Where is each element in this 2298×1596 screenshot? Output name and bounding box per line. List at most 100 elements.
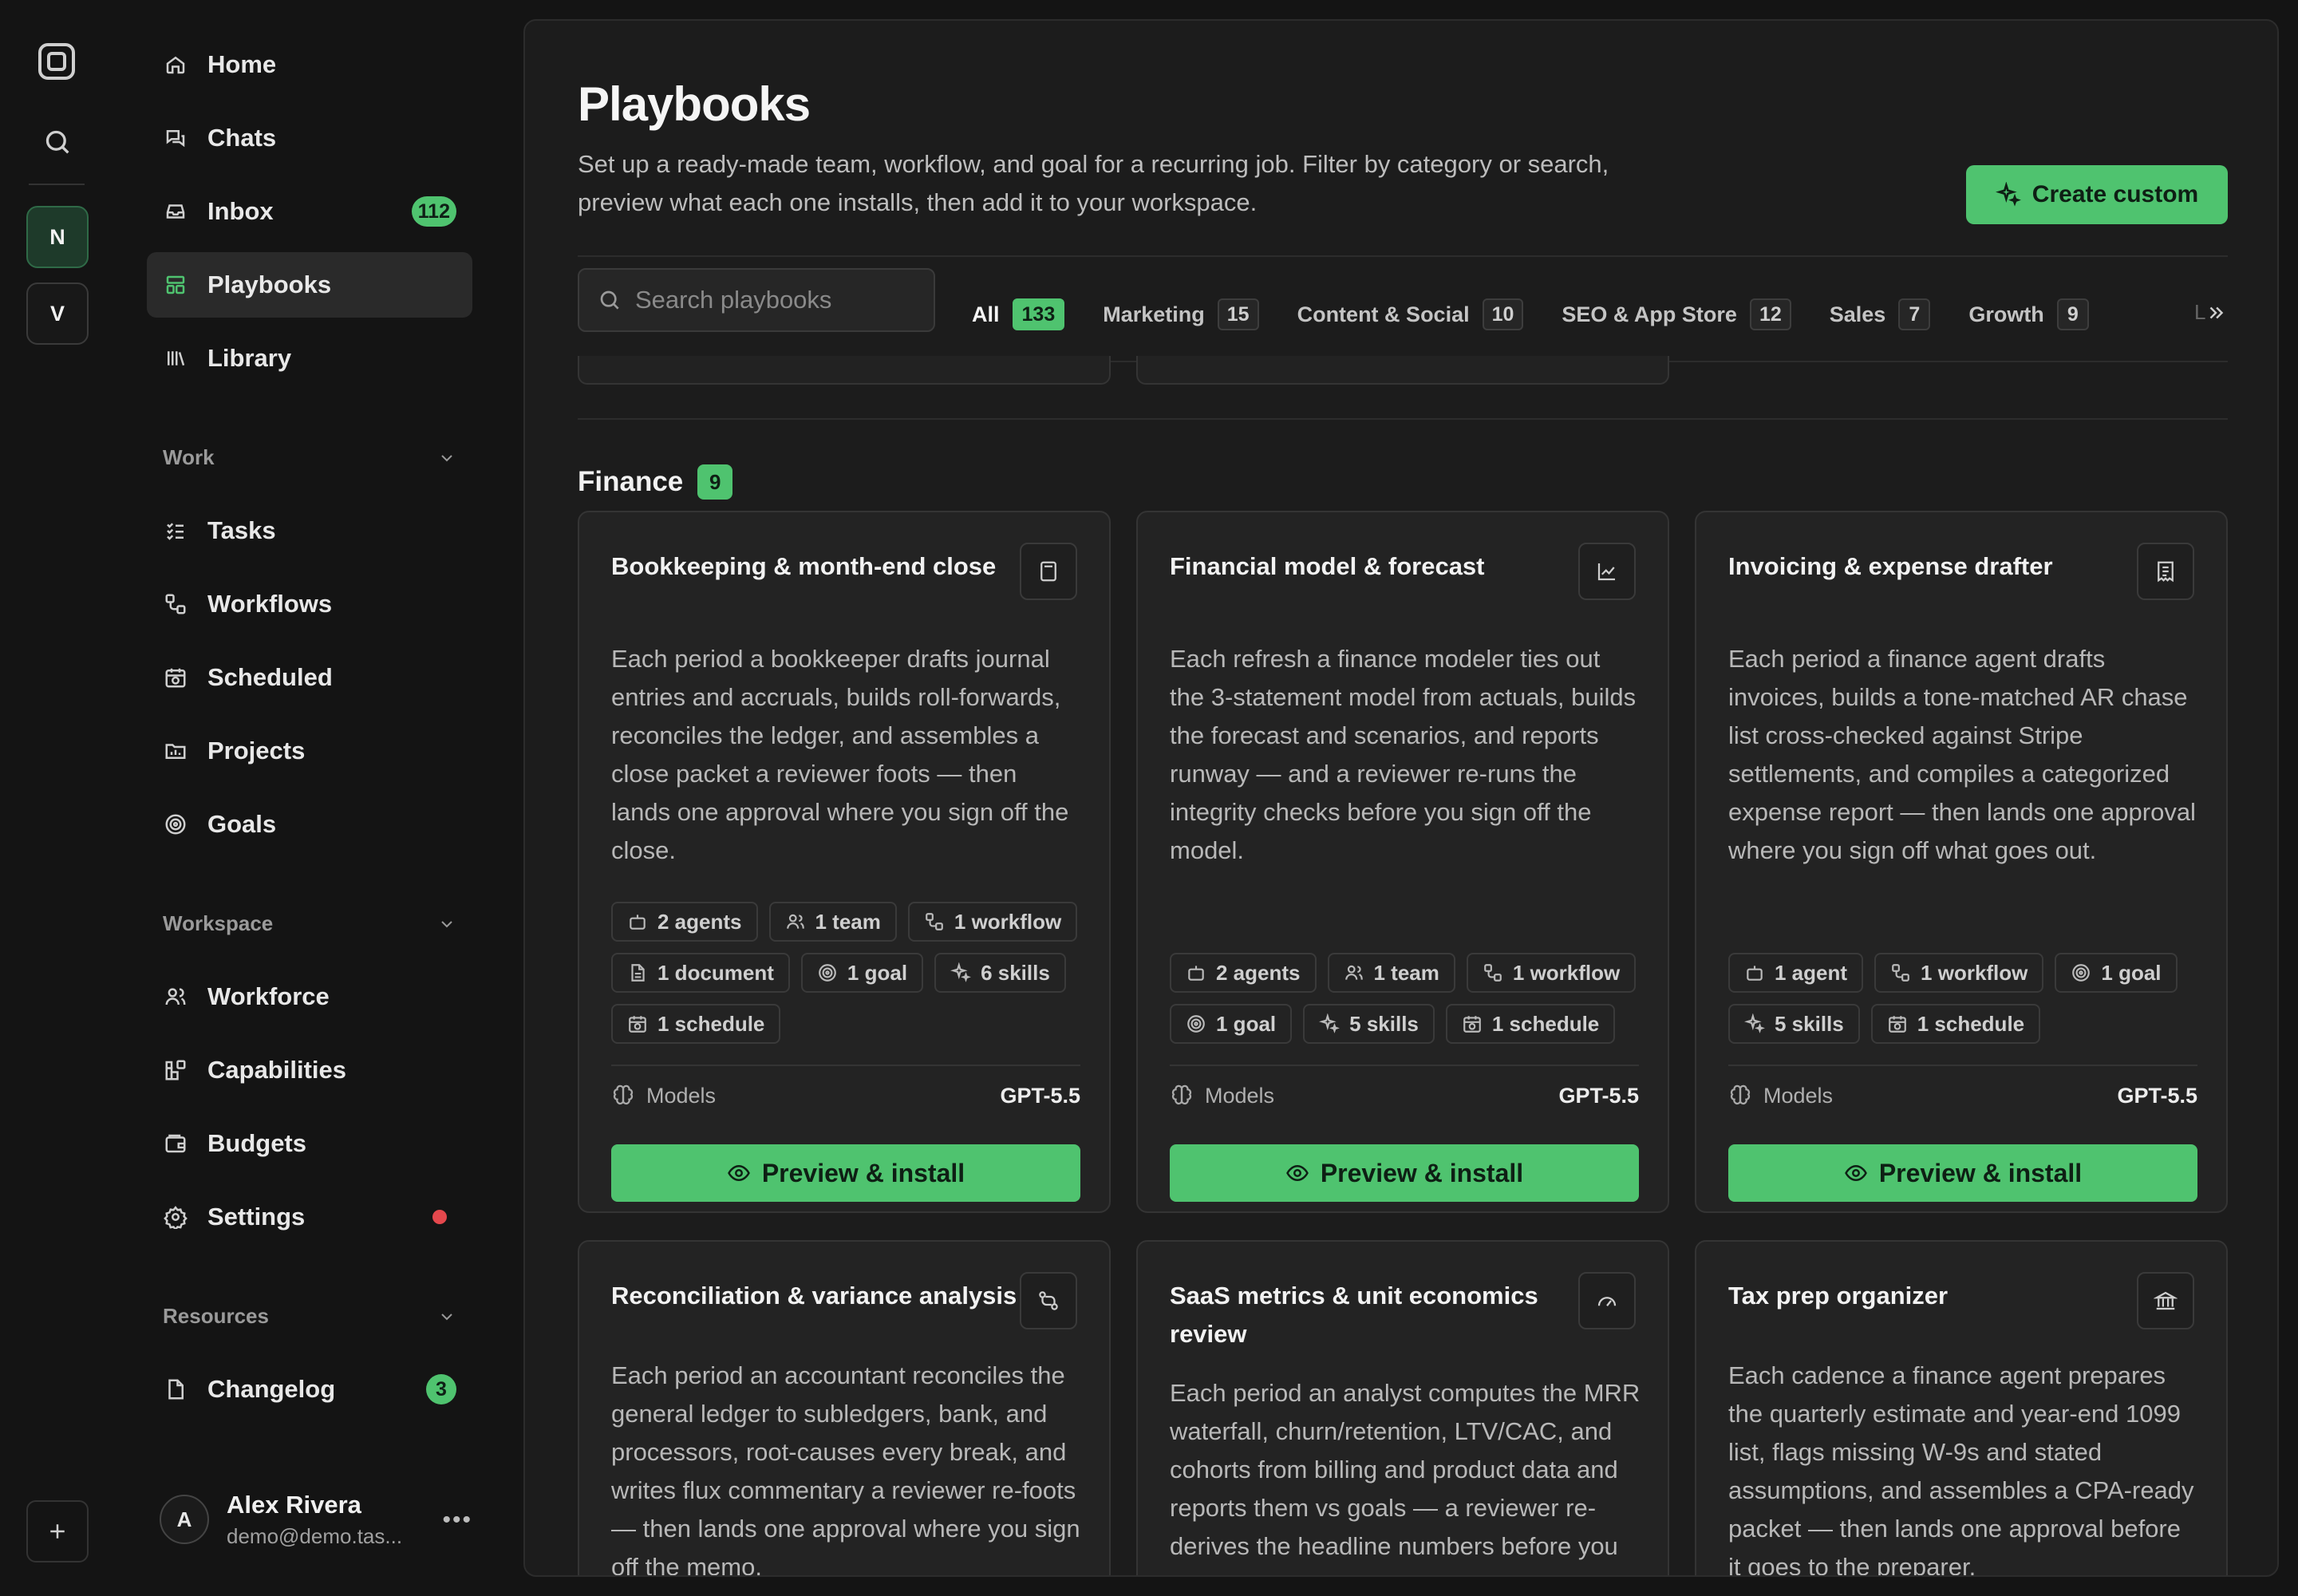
- chip-label: 1 workflow: [1921, 960, 2028, 985]
- sidebar-item-playbooks[interactable]: Playbooks: [147, 252, 472, 318]
- tab-marketing[interactable]: Marketing 15: [1084, 268, 1277, 361]
- card-title: Tax prep organizer: [1728, 1282, 1949, 1310]
- chip-label: 5 skills: [1349, 1011, 1419, 1036]
- sidebar-item-workflows[interactable]: Workflows: [147, 571, 472, 637]
- card-title: Bookkeeping & month-end close: [611, 552, 997, 580]
- sidebar-item-changelog[interactable]: Changelog 3: [147, 1357, 472, 1422]
- card-models-row: Models GPT-5.5: [1728, 1084, 2197, 1108]
- preview-install-button[interactable]: Preview & install: [1728, 1144, 2197, 1202]
- tab-seo-app-store[interactable]: SEO & App Store 12: [1542, 268, 1810, 361]
- search-box[interactable]: [578, 268, 935, 332]
- tab-count: 15: [1217, 298, 1259, 330]
- tab-content-social[interactable]: Content & Social 10: [1278, 268, 1543, 361]
- model-name: GPT-5.5: [1000, 1084, 1080, 1108]
- user-name: Alex Rivera: [227, 1490, 361, 1519]
- preview-install-button[interactable]: Preview & install: [1170, 1144, 1639, 1202]
- sidebar-item-scheduled[interactable]: Scheduled: [147, 645, 472, 710]
- rail-divider: [29, 184, 85, 185]
- inbox-count-badge: 112: [411, 196, 456, 227]
- chip-label: 1 goal: [847, 960, 908, 985]
- sidebar-item-capabilities[interactable]: Capabilities: [147, 1037, 472, 1103]
- chats-icon: [163, 125, 188, 151]
- card-description: Each period a finance agent drafts invoi…: [1728, 645, 2196, 864]
- tab-label: Content & Social: [1297, 302, 1470, 326]
- playbook-card-tax-prep[interactable]: Tax prep organizer Each cadence a financ…: [1695, 1240, 2228, 1575]
- playbook-card-bookkeeping[interactable]: Bookkeeping & month-end close Each perio…: [578, 511, 1111, 1213]
- tab-all[interactable]: All 133: [953, 268, 1084, 361]
- preview-install-button[interactable]: Preview & install: [611, 1144, 1080, 1202]
- add-workspace-button[interactable]: [26, 1500, 89, 1562]
- more-options-icon[interactable]: •••: [442, 1507, 472, 1534]
- agent-icon: [1747, 966, 1763, 981]
- chevron-down-icon: [441, 454, 452, 461]
- goal-icon: [1187, 1015, 1205, 1033]
- sidebar-item-projects[interactable]: Projects: [147, 718, 472, 784]
- chip-schedule: 1 schedule: [1870, 1004, 2041, 1044]
- home-icon: [163, 52, 188, 77]
- chip-skills: 5 skills: [1303, 1004, 1435, 1044]
- card-title: SaaS metrics & unit economics review: [1170, 1282, 1538, 1348]
- tab-sales[interactable]: Sales 7: [1810, 268, 1950, 361]
- section-header-work[interactable]: Work: [163, 445, 456, 470]
- goals-icon: [163, 812, 188, 837]
- sidebar-item-settings[interactable]: Settings: [147, 1184, 472, 1250]
- brain-icon: [1171, 1084, 1192, 1104]
- sidebar-item-workforce[interactable]: Workforce: [147, 964, 472, 1029]
- search-input[interactable]: [635, 286, 906, 314]
- create-custom-button[interactable]: Create custom: [1966, 165, 2228, 224]
- eye-icon: [1844, 1164, 1867, 1182]
- plus-icon: [50, 1524, 65, 1539]
- sidebar-item-label: Workflows: [207, 590, 333, 618]
- previous-card-edge: [1136, 356, 1669, 385]
- chevrons-right-icon: [2210, 306, 2224, 318]
- model-name: GPT-5.5: [2117, 1084, 2197, 1108]
- chip-label: 5 skills: [1775, 1011, 1844, 1036]
- brain-icon: [1730, 1084, 1751, 1104]
- chip-label: 2 agents: [1216, 960, 1301, 985]
- section-title: Work: [163, 445, 215, 469]
- sidebar-item-chats[interactable]: Chats: [147, 105, 472, 171]
- sidebar-item-library[interactable]: Library: [147, 326, 472, 391]
- sidebar-item-inbox[interactable]: Inbox 112: [147, 179, 472, 244]
- projects-icon: [163, 738, 188, 764]
- card-divider: [611, 1065, 1080, 1066]
- capabilities-icon: [163, 1057, 188, 1083]
- sidebar-item-goals[interactable]: Goals: [147, 792, 472, 857]
- tabs-scroll-right[interactable]: L: [2194, 300, 2226, 325]
- settings-alert-dot: [432, 1210, 447, 1224]
- agent-icon: [1188, 966, 1204, 981]
- playbook-card-invoicing[interactable]: Invoicing & expense drafter Each period …: [1695, 511, 2228, 1213]
- previous-card-edge: [578, 356, 1111, 385]
- sidebar-item-label: Projects: [207, 737, 306, 764]
- calculator-icon: [1020, 543, 1077, 600]
- card-resources: 1 agent 1 workflow 1 goal 5 skills 1 sch…: [1728, 953, 2207, 1044]
- chip-label: 1 workflow: [954, 909, 1062, 934]
- sidebar-item-home[interactable]: Home: [147, 32, 472, 97]
- playbook-card-saas-metrics[interactable]: SaaS metrics & unit economics review Eac…: [1136, 1240, 1669, 1575]
- changelog-count-badge: 3: [426, 1374, 456, 1404]
- user-profile[interactable]: A Alex Rivera demo@demo.tas... •••: [160, 1481, 472, 1558]
- chip-label: 1 goal: [2101, 960, 2162, 985]
- playbook-card-financial-model[interactable]: Financial model & forecast Each refresh …: [1136, 511, 1669, 1213]
- card-description: Each period an accountant reconciles the…: [611, 1361, 1080, 1577]
- app-logo-icon[interactable]: [38, 43, 75, 80]
- chip-agents: 2 agents: [611, 902, 758, 942]
- schedule-icon: [629, 1016, 646, 1033]
- playbook-card-reconciliation[interactable]: Reconciliation & variance analysis Each …: [578, 1240, 1111, 1577]
- workspace-switcher-v[interactable]: V: [26, 282, 89, 345]
- workspace-switcher-n[interactable]: N: [26, 206, 89, 268]
- chip-document: 1 document: [611, 953, 790, 993]
- sidebar-item-label: Tasks: [207, 516, 276, 544]
- workforce-icon: [163, 984, 188, 1009]
- gauge-icon: [1578, 1272, 1636, 1329]
- section-header-workspace[interactable]: Workspace: [163, 911, 456, 936]
- sidebar-item-tasks[interactable]: Tasks: [147, 498, 472, 563]
- chip-schedule: 1 schedule: [1445, 1004, 1616, 1044]
- sidebar-item-budgets[interactable]: Budgets: [147, 1111, 472, 1176]
- section-header-resources[interactable]: Resources: [163, 1304, 456, 1329]
- chip-goal: 1 goal: [2055, 953, 2178, 993]
- search-icon[interactable]: [41, 126, 73, 158]
- workflow-icon: [1484, 964, 1502, 982]
- chip-team: 1 team: [768, 902, 897, 942]
- tab-growth[interactable]: Growth 9: [1949, 268, 2108, 361]
